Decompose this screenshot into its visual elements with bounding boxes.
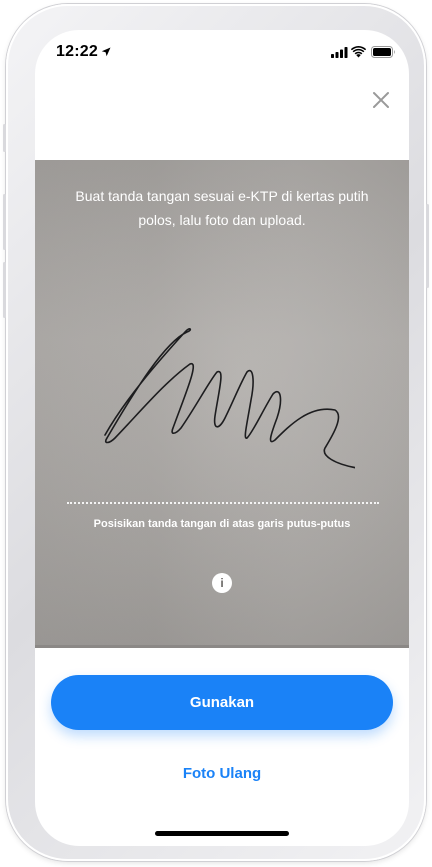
volume-up-button: [3, 194, 6, 250]
cellular-signal-icon: [331, 47, 348, 58]
location-arrow-icon: [101, 47, 111, 57]
photo-bottom-edge: [35, 645, 409, 648]
battery-icon: [371, 46, 395, 58]
retake-photo-button[interactable]: Foto Ulang: [122, 758, 322, 790]
status-bar: 12:22: [35, 30, 409, 74]
signature-drawing: [104, 328, 355, 469]
guide-dotted-line: [67, 502, 379, 504]
use-photo-button[interactable]: Gunakan: [51, 675, 393, 730]
instruction-text: Buat tanda tangan sesuai e-KTP di kertas…: [75, 188, 369, 228]
signature-photo-preview: Buat tanda tangan sesuai e-KTP di kertas…: [35, 160, 409, 648]
power-button: [426, 204, 429, 288]
phone-frame: 12:22 Buat tanda tangan sesuai e-KTP di …: [3, 4, 429, 861]
wifi-icon: [351, 46, 366, 58]
close-button[interactable]: [369, 88, 393, 112]
silent-switch: [3, 124, 6, 152]
info-icon: i: [220, 576, 224, 590]
home-indicator: [155, 831, 289, 836]
screen: 12:22 Buat tanda tangan sesuai e-KTP di …: [35, 30, 409, 846]
status-time: 12:22: [56, 43, 98, 60]
guide-text: Posisikan tanda tangan di atas garis put…: [93, 518, 351, 530]
close-icon: [373, 92, 389, 108]
volume-down-button: [3, 262, 6, 318]
info-button[interactable]: i: [212, 573, 232, 593]
